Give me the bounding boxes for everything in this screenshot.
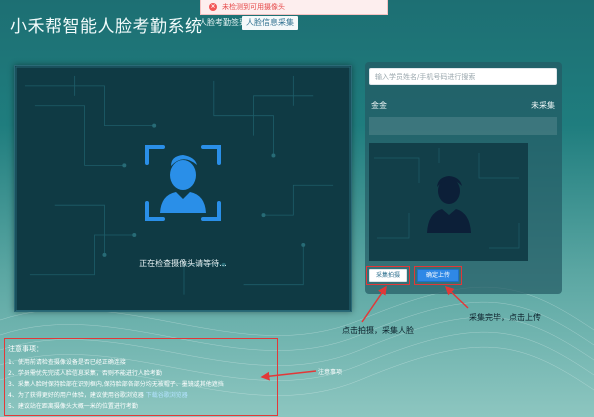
capture-highlight-box [366,266,410,285]
student-search-input[interactable] [369,68,557,85]
annotation-capture: 点击拍摄，采集人脸 [342,326,414,335]
upload-highlight-box [414,266,462,285]
toast-message: 未检测到可用摄像头 [222,3,285,11]
captured-photo-box [369,143,528,261]
student-row[interactable]: 金金 未采集 [369,95,557,115]
collection-status: 未采集 [531,100,555,110]
tab-face-collection[interactable]: 人脸信息采集 [242,16,298,30]
annotation-upload: 采集完毕，点击上传 [469,313,541,322]
notes-item: 3、采集人脸时保持脸部在识别框内,保持脸部各部分均无被帽子、墨镜或其他遮挡 [8,381,224,388]
avatar-placeholder-icon [427,176,471,233]
error-icon: × [209,3,217,11]
annotation-notes: 注意事项 [318,369,343,376]
notes-item: 5、建议站在距离摄像头大概一米的位置进行考勤 [8,403,138,410]
notes-item-text: 4、为了获得更好的用户体验，建议使用谷歌浏览器 [8,392,144,399]
download-chrome-link[interactable]: 下载谷歌浏览器 [146,392,188,399]
student-name: 金金 [371,100,387,110]
notes-item: 2、学员需优先完成人脸信息采集，否则不能进行人脸考勤 [8,370,162,377]
app-title: 小禾帮智能人脸考勤系统 [10,17,203,37]
camera-preview-panel: 正在检查摄像头请等待... [14,65,352,312]
student-row-placeholder[interactable] [369,117,557,135]
notes-section: 注意事项： 1、使用前请检查摄像设备是否已经正确连接 2、学员需优先完成人脸信息… [8,344,276,412]
error-toast: × 未检测到可用摄像头 [200,0,388,15]
notes-item: 4、为了获得更好的用户体验，建议使用谷歌浏览器 下载谷歌浏览器 [8,390,276,401]
camera-status-text: 正在检查摄像头请等待... [139,259,227,268]
face-scan-icon [145,145,221,221]
notes-title: 注意事项： [8,345,43,353]
notes-item: 1、使用前请检查摄像设备是否已经正确连接 [8,359,126,366]
